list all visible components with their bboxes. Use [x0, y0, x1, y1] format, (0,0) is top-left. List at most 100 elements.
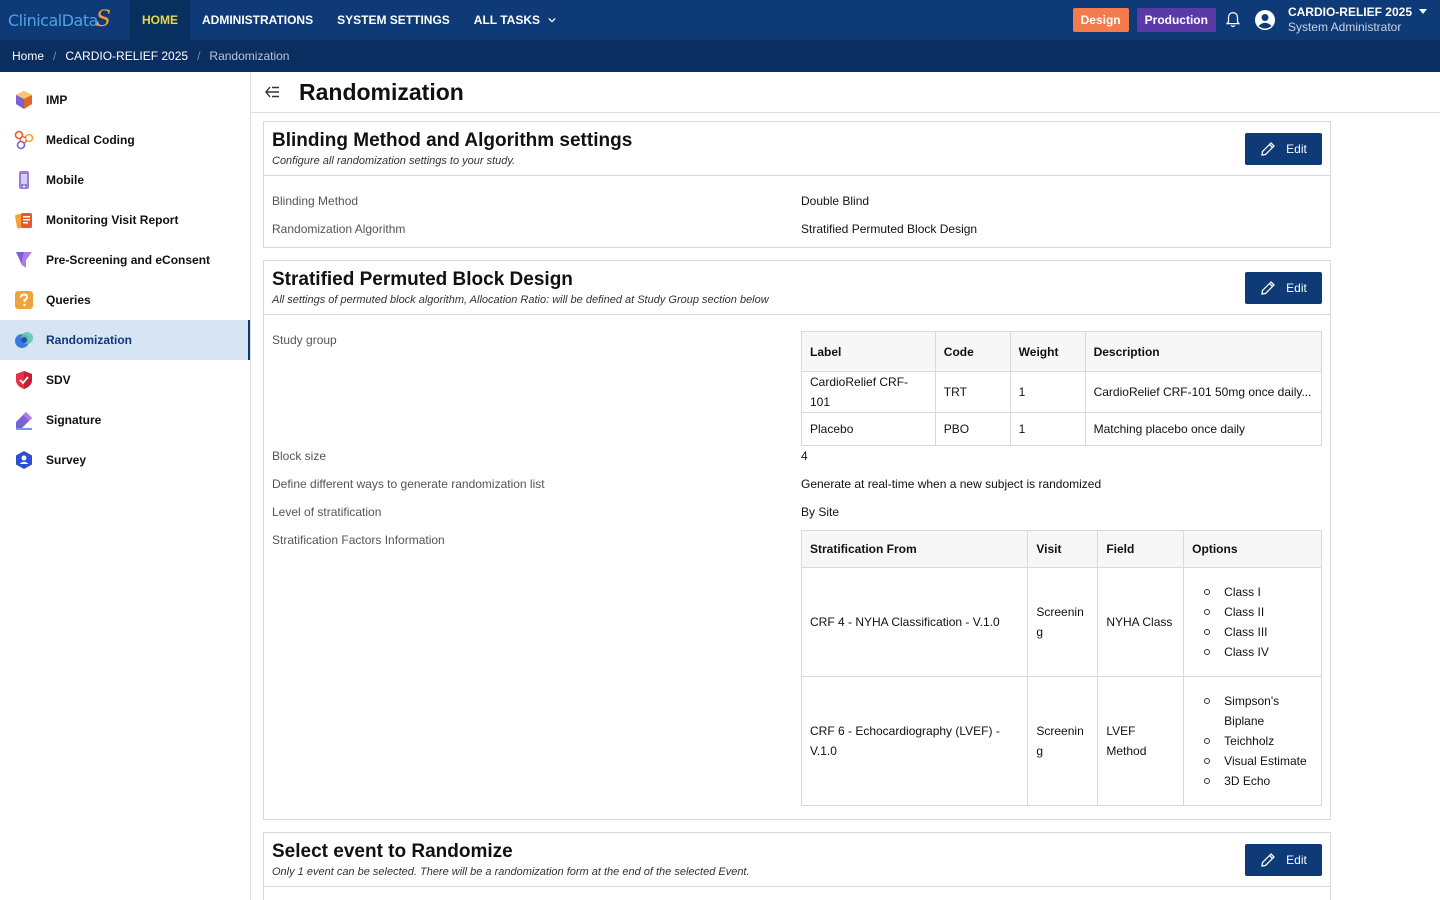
- sidebar-item-queries[interactable]: Queries: [0, 280, 250, 320]
- survey-icon: [16, 451, 32, 469]
- main-content: Randomization Blinding Method and Algori…: [251, 72, 1440, 900]
- bell-icon[interactable]: [1224, 11, 1242, 29]
- breadcrumb-home[interactable]: Home: [12, 49, 44, 63]
- user-info[interactable]: CARDIO-RELIEF 2025 System Administrator: [1288, 5, 1412, 35]
- edit-permuted-block-button[interactable]: Edit: [1245, 272, 1322, 304]
- design-mode-button[interactable]: Design: [1072, 8, 1129, 32]
- sidebar-item-survey[interactable]: Survey: [0, 440, 250, 480]
- group-code-cell: TRT: [934, 371, 1011, 413]
- page-title: Randomization: [299, 78, 464, 105]
- strat-field-cell: NYHA Class: [1097, 567, 1185, 677]
- card-subtitle: Only 1 event can be selected. There will…: [272, 866, 750, 878]
- group-weight-cell: 1: [1009, 371, 1086, 413]
- list-item: 3D Echo: [1204, 771, 1313, 791]
- sidebar-item-signature[interactable]: Signature: [0, 400, 250, 440]
- nav-all-tasks[interactable]: ALL TASKS: [462, 0, 568, 40]
- sidebar-item-pre-screening[interactable]: Pre-Screening and eConsent: [0, 240, 250, 280]
- group-weight-cell: 1: [1009, 412, 1086, 446]
- edit-blinding-button[interactable]: Edit: [1245, 133, 1322, 165]
- sidebar-item-monitoring-visit-report[interactable]: Monitoring Visit Report: [0, 200, 250, 240]
- page-header: Randomization: [251, 72, 1440, 113]
- stratification-level-label: Level of stratification: [272, 505, 382, 519]
- sidebar-item-mobile[interactable]: Mobile: [0, 160, 250, 200]
- options-list: Simpson's Biplane Teichholz Visual Estim…: [1192, 691, 1313, 791]
- user-avatar-icon[interactable]: [1254, 9, 1276, 31]
- strat-visit-cell: Screenin g: [1027, 567, 1099, 677]
- strat-options-cell: Simpson's Biplane Teichholz Visual Estim…: [1183, 676, 1322, 806]
- card-header: Select event to Randomize Only 1 event c…: [264, 833, 1330, 887]
- strat-visit-cell: Screenin g: [1027, 676, 1099, 806]
- sidebar-item-label: Medical Coding: [46, 133, 135, 147]
- breadcrumb-study[interactable]: CARDIO-RELIEF 2025: [65, 49, 188, 63]
- clinicaldata-logo[interactable]: ClinicalData S: [0, 0, 130, 40]
- sidebar-item-medical-coding[interactable]: Medical Coding: [0, 120, 250, 160]
- sidebar-item-randomization[interactable]: Randomization: [0, 320, 250, 360]
- nav-administrations[interactable]: ADMINISTRATIONS: [190, 0, 325, 40]
- collapse-sidebar-icon[interactable]: [263, 83, 281, 101]
- column-header: Options: [1183, 530, 1322, 568]
- user-role: System Administrator: [1287, 20, 1402, 34]
- logo-swash: S: [95, 7, 111, 32]
- group-description-cell: CardioRelief CRF-101 50mg once daily...: [1084, 371, 1323, 413]
- column-header: Stratification From: [800, 530, 1029, 568]
- sidebar-item-sdv[interactable]: SDV: [0, 360, 250, 400]
- select-event-card: Select event to Randomize Only 1 event c…: [263, 832, 1331, 900]
- permuted-block-card: Stratified Permuted Block Design All set…: [263, 260, 1331, 820]
- list-item: Class III: [1204, 622, 1313, 642]
- blinding-method-value: Double Blind: [801, 194, 870, 208]
- breadcrumb-separator: /: [53, 49, 57, 63]
- card-header: Stratified Permuted Block Design All set…: [264, 261, 1330, 315]
- shield-icon: [16, 371, 32, 389]
- sidebar-item-label: SDV: [46, 373, 71, 387]
- card-title: Stratified Permuted Block Design: [272, 269, 573, 290]
- pencil-icon: [1261, 853, 1276, 867]
- blinding-method-label: Blinding Method: [272, 194, 359, 208]
- card-title: Select event to Randomize: [272, 841, 513, 862]
- table-header-row: Label Code Weight Description: [801, 331, 1323, 372]
- blinding-settings-card: Blinding Method and Algorithm settings C…: [263, 121, 1331, 248]
- generation-method-label: Define different ways to generate random…: [272, 477, 545, 491]
- list-item: Class I: [1204, 582, 1313, 602]
- nav-home-label: HOME: [142, 13, 178, 27]
- sidebar-item-label: IMP: [46, 93, 68, 107]
- card-header: Blinding Method and Algorithm settings C…: [264, 122, 1330, 176]
- pencil-icon: [1261, 142, 1276, 156]
- edit-label: Edit: [1286, 142, 1307, 156]
- funnel-icon: [16, 252, 32, 268]
- list-item: Simpson's Biplane: [1204, 691, 1313, 731]
- group-code-cell: PBO: [934, 412, 1011, 446]
- generation-method-value: Generate at real-time when a new subject…: [801, 477, 1102, 491]
- sidebar-item-label: Pre-Screening and eConsent: [46, 253, 211, 267]
- user-name: CARDIO-RELIEF 2025: [1287, 5, 1412, 19]
- breadcrumb-separator: /: [197, 49, 201, 63]
- caret-down-icon[interactable]: [1418, 6, 1428, 16]
- question-icon: [15, 291, 33, 309]
- table-row: CRF 6 - Echocardiography (LVEF) - V.1.0 …: [800, 676, 1322, 806]
- nav-home[interactable]: HOME: [130, 0, 190, 40]
- study-group-table: Label Code Weight Description CardioReli…: [801, 331, 1323, 446]
- stratification-level-value: By Site: [801, 505, 840, 519]
- sidebar-item-label: Signature: [46, 413, 102, 427]
- stratification-factors-label: Stratification Factors Information: [272, 533, 445, 547]
- sidebar-item-label: Queries: [46, 293, 91, 307]
- column-header: Field: [1097, 530, 1185, 568]
- edit-label: Edit: [1286, 853, 1307, 867]
- breadcrumb: Home / CARDIO-RELIEF 2025 / Randomizatio…: [0, 40, 1440, 72]
- pen-icon: [16, 412, 32, 430]
- nav-administrations-label: ADMINISTRATIONS: [202, 13, 314, 27]
- chevron-down-icon: [548, 17, 556, 23]
- edit-event-button[interactable]: Edit: [1245, 844, 1322, 876]
- randomization-algorithm-value: Stratified Permuted Block Design: [801, 222, 978, 236]
- column-header: Label: [801, 331, 936, 372]
- nav-system-settings[interactable]: SYSTEM SETTINGS: [325, 0, 462, 40]
- production-mode-button[interactable]: Production: [1136, 8, 1216, 32]
- study-group-label: Study group: [272, 333, 337, 347]
- randomization-icon: [15, 332, 33, 348]
- column-header: Weight: [1009, 331, 1086, 372]
- strat-field-cell: LVEF Method: [1097, 676, 1185, 806]
- table-header-row: Stratification From Visit Field Options: [800, 530, 1322, 568]
- table-row: CardioRelief CRF-101 TRT 1 CardioRelief …: [801, 371, 1323, 413]
- molecule-icon: [14, 130, 34, 150]
- main-nav: HOME ADMINISTRATIONS SYSTEM SETTINGS ALL…: [130, 0, 568, 40]
- sidebar-item-imp[interactable]: IMP: [0, 80, 250, 120]
